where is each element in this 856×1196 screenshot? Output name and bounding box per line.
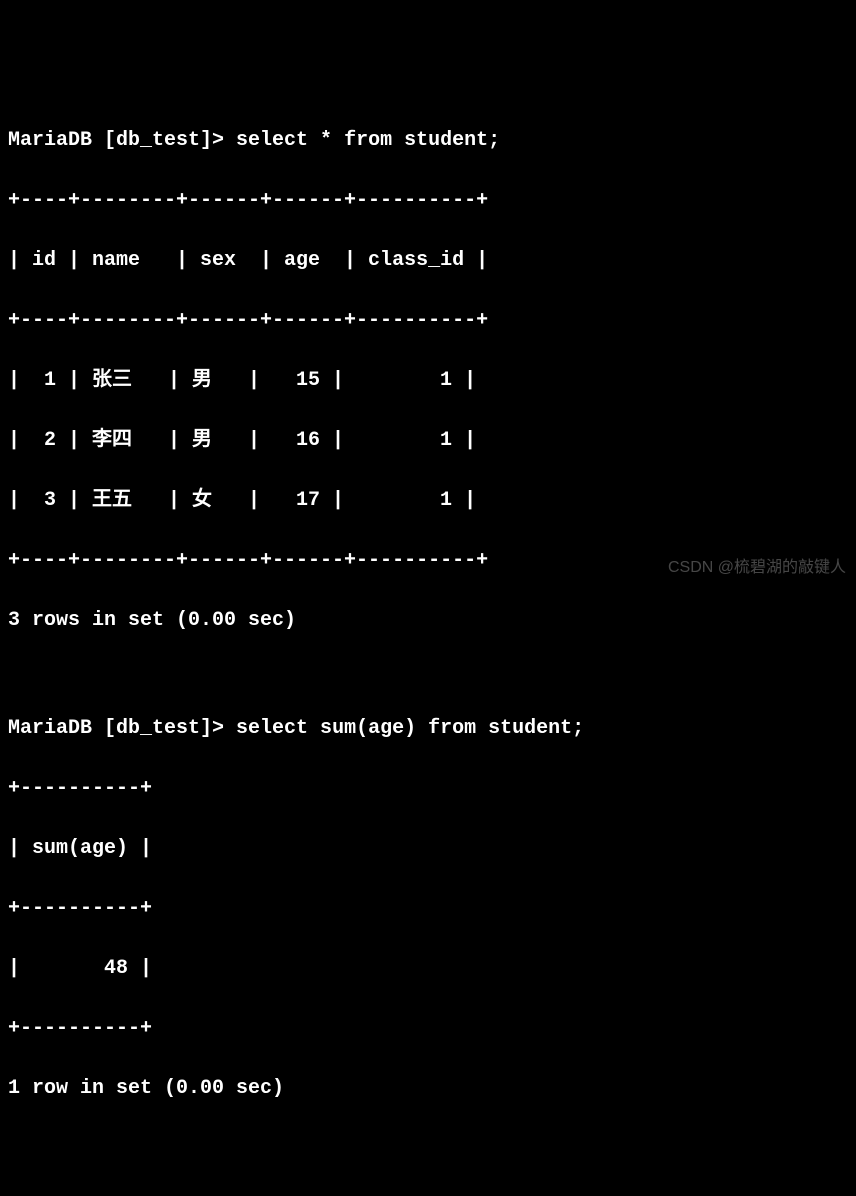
watermark: CSDN @梳碧湖的敲键人: [668, 556, 846, 580]
table-border: +----------+: [8, 774, 848, 804]
prompt: MariaDB [db_test]>: [8, 129, 236, 152]
result-status: 1 row in set (0.00 sec): [8, 1074, 848, 1104]
sql-command: select sum(age) from student;: [236, 717, 584, 740]
blank-line: [8, 666, 848, 684]
prompt: MariaDB [db_test]>: [8, 717, 236, 740]
query1-line: MariaDB [db_test]> select * from student…: [8, 126, 848, 156]
table-border: +----------+: [8, 1014, 848, 1044]
table-row: | 1 | 张三 | 男 | 15 | 1 |: [8, 366, 848, 396]
table-row: | 48 |: [8, 954, 848, 984]
table-header: | sum(age) |: [8, 834, 848, 864]
sql-command: select * from student;: [236, 129, 500, 152]
query2-line: MariaDB [db_test]> select sum(age) from …: [8, 714, 848, 744]
table-header: | id | name | sex | age | class_id |: [8, 246, 848, 276]
table-border: +----------+: [8, 894, 848, 924]
result-status: 3 rows in set (0.00 sec): [8, 606, 848, 636]
table-border: +----+--------+------+------+----------+: [8, 186, 848, 216]
table-row: | 3 | 王五 | 女 | 17 | 1 |: [8, 486, 848, 516]
table-border: +----+--------+------+------+----------+: [8, 306, 848, 336]
table-row: | 2 | 李四 | 男 | 16 | 1 |: [8, 426, 848, 456]
